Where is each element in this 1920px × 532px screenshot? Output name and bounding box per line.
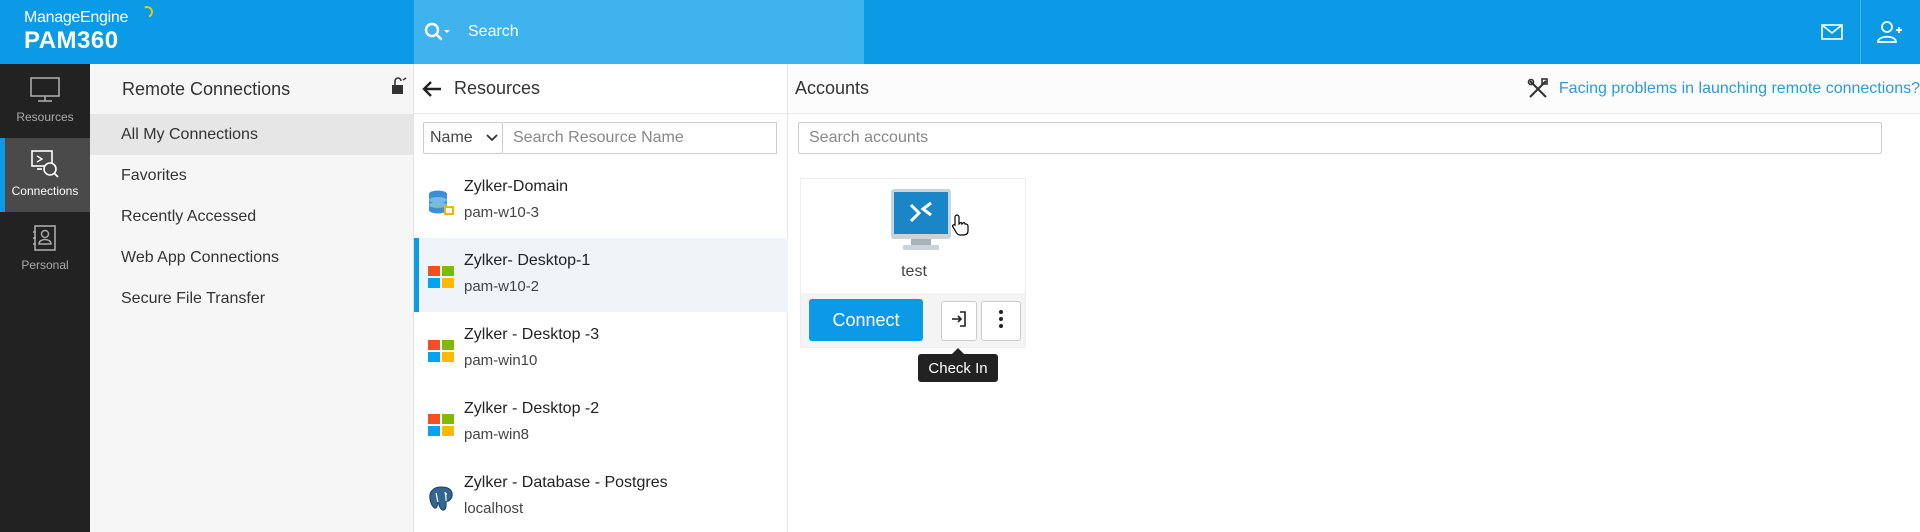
connect-button[interactable]: Connect: [809, 299, 923, 341]
account-name: test: [901, 263, 927, 280]
top-bar: ManageEngine PAM360 Search: [0, 0, 1920, 64]
monitor-icon: [0, 74, 90, 106]
windows-icon: [426, 262, 456, 292]
postgres-icon: [426, 484, 456, 514]
resource-host: pam-w10-3: [464, 204, 540, 221]
remote-connections-title: Remote Connections: [122, 78, 291, 99]
resources-title: Resources: [454, 78, 541, 98]
resource-item[interactable]: Zylker - Database - Postgres localhost: [414, 460, 788, 532]
check-in-button[interactable]: [941, 301, 977, 341]
filter-select[interactable]: Name: [423, 122, 503, 154]
windows-icon: [426, 336, 456, 366]
help-link-text: Facing problems in launching remote conn…: [1558, 80, 1920, 97]
resource-name: Zylker - Desktop -3: [464, 326, 600, 343]
more-options-button[interactable]: [981, 301, 1021, 341]
card-actions: Connect: [801, 293, 1025, 347]
global-search[interactable]: Search: [414, 0, 864, 64]
windows-icon: [426, 410, 456, 440]
resource-item[interactable]: Zylker-Domain pam-w10-3: [414, 164, 788, 238]
more-vertical-icon: [998, 309, 1004, 334]
resource-name: Zylker- Desktop-1: [464, 252, 591, 269]
check-in-tooltip: Check In: [918, 348, 998, 382]
rc-item-secure-file-transfer[interactable]: Secure File Transfer: [90, 278, 413, 319]
check-in-icon: [950, 310, 968, 333]
panel-title: Remote Connections: [90, 64, 413, 114]
brand-arc-icon: [139, 4, 155, 20]
rc-item-web-app-connections[interactable]: Web App Connections: [90, 237, 413, 278]
remote-desktop-icon: [889, 187, 953, 258]
resource-name: Zylker-Domain: [464, 178, 569, 195]
nav-item-personal[interactable]: Personal: [0, 212, 90, 286]
resource-host: pam-win10: [464, 352, 538, 369]
tools-icon: [1527, 78, 1549, 100]
brand-name: ManageEngine: [24, 9, 129, 26]
resource-host: localhost: [464, 500, 524, 517]
resources-header: Resources: [414, 64, 787, 114]
rc-item-recently-accessed[interactable]: Recently Accessed: [90, 196, 413, 237]
search-placeholder: Search: [468, 23, 519, 40]
resource-item[interactable]: Zylker - Desktop -2 pam-win8: [414, 386, 788, 460]
remote-connections-panel: Remote Connections All My Connections Fa…: [90, 64, 414, 532]
accounts-panel: Accounts Facing problems in launching re…: [788, 64, 1920, 532]
unlock-icon[interactable]: [389, 76, 407, 101]
resource-name: Zylker - Database - Postgres: [464, 474, 668, 491]
nav-label: Personal: [21, 258, 69, 272]
nav-item-resources[interactable]: Resources: [0, 64, 90, 138]
accounts-search-input[interactable]: Search accounts: [798, 122, 1882, 154]
accounts-title: Accounts: [795, 78, 870, 98]
top-divider: [1860, 0, 1861, 64]
chevron-down-icon: [486, 129, 498, 147]
resource-item[interactable]: Zylker - Desktop -3 pam-win10: [414, 312, 788, 386]
personal-icon: [0, 222, 90, 254]
nav-label: Resources: [16, 110, 74, 124]
resource-filter: Name Search Resource Name: [423, 122, 777, 154]
help-link[interactable]: Facing problems in launching remote conn…: [1527, 78, 1920, 100]
user-add-icon[interactable]: [1874, 16, 1906, 48]
account-card[interactable]: test Connect: [800, 178, 1026, 348]
back-arrow-icon[interactable]: [422, 80, 442, 98]
hand-cursor-icon: [952, 214, 970, 241]
database-icon: [426, 188, 456, 218]
left-nav: Resources Connections Personal: [0, 64, 90, 532]
rc-item-all-my-connections[interactable]: All My Connections: [90, 114, 413, 155]
logo[interactable]: ManageEngine PAM360: [24, 4, 155, 54]
nav-label: Connections: [11, 184, 79, 198]
resource-item[interactable]: Zylker- Desktop-1 pam-w10-2: [414, 238, 788, 312]
accounts-header: Accounts Facing problems in launching re…: [788, 64, 1920, 114]
search-icon[interactable]: [424, 22, 458, 42]
mail-icon[interactable]: [1816, 16, 1848, 48]
nav-item-connections[interactable]: Connections: [0, 138, 90, 212]
filter-select-value: Name: [430, 129, 473, 146]
resource-host: pam-w10-2: [464, 278, 540, 295]
resource-name: Zylker - Desktop -2: [464, 400, 600, 417]
connections-icon: [0, 148, 90, 180]
rc-item-favorites[interactable]: Favorites: [90, 155, 413, 196]
resource-search-input[interactable]: Search Resource Name: [503, 122, 777, 154]
product-name: PAM360: [24, 27, 119, 54]
resources-panel: Resources Name Search Resource Name Zylk…: [414, 64, 788, 532]
resource-host: pam-win8: [464, 426, 530, 443]
